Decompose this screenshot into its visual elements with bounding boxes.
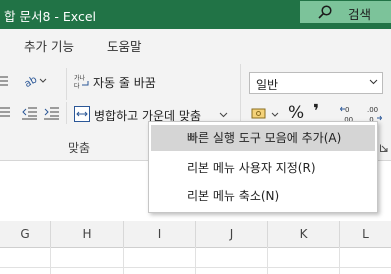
window-title: 합 문서8 - Excel (4, 9, 96, 24)
column-header-h[interactable]: H (51, 221, 124, 247)
chevron-down-icon[interactable] (219, 112, 228, 118)
ribbon-separator (66, 102, 67, 124)
alignment-group-label: 맞춤 (68, 141, 91, 155)
grid-line (267, 247, 268, 274)
collapse-ribbon-item[interactable]: 리본 메뉴 축소(N) (151, 183, 375, 209)
menu-item-label: 리본 메뉴 사용자 지정(R) (187, 161, 316, 175)
decrease-indent-icon[interactable] (22, 106, 38, 120)
accounting-format-icon[interactable] (251, 106, 269, 122)
menu-item-label: 빠른 실행 도구 모음에 추가(A) (187, 131, 342, 145)
title-bar: 합 문서8 - Excel 검색 (0, 0, 391, 29)
wrap-text-button[interactable]: 자동 줄 바꿈 (93, 74, 156, 91)
comma-style-button[interactable]: ❜ (313, 101, 319, 122)
orientation-icon[interactable]: ab (22, 73, 48, 89)
menu-bar: 추가 기능 도움말 (0, 29, 391, 60)
menu-item-label: 리본 메뉴 축소(N) (187, 189, 280, 203)
chevron-down-icon (369, 79, 378, 85)
align-justify-icon[interactable] (0, 106, 12, 120)
svg-text:0: 0 (345, 106, 349, 114)
search-box[interactable]: 검색 (300, 1, 391, 23)
grid-line (50, 247, 51, 274)
context-menu: 빠른 실행 도구 모음에 추가(A) 리본 메뉴 사용자 지정(R) 리본 메뉴… (148, 121, 378, 213)
customize-ribbon-item[interactable]: 리본 메뉴 사용자 지정(R) (151, 155, 375, 181)
percent-style-button[interactable]: % (288, 103, 304, 123)
svg-text:ab: ab (23, 74, 39, 89)
add-to-quick-access-item[interactable]: 빠른 실행 도구 모음에 추가(A) (151, 125, 375, 151)
grid-line (339, 247, 340, 274)
search-icon (318, 5, 332, 19)
increase-indent-icon[interactable] (44, 106, 60, 120)
number-format-value: 일반 (256, 78, 279, 92)
merge-center-icon (74, 106, 90, 122)
search-label: 검색 (348, 7, 372, 22)
column-header-l[interactable]: L (340, 221, 391, 247)
grid-line (123, 247, 124, 274)
align-right-icon[interactable] (0, 74, 12, 88)
column-headers: G H I J K L (0, 221, 391, 248)
svg-text:.00: .00 (367, 106, 378, 114)
tab-help[interactable]: 도움말 (107, 36, 142, 55)
grid-line (195, 247, 196, 274)
column-header-k[interactable]: K (268, 221, 340, 247)
chevron-down-icon[interactable] (271, 112, 279, 118)
dialog-launcher-icon[interactable] (380, 144, 388, 152)
ribbon-separator (66, 68, 67, 100)
column-header-j[interactable]: J (196, 221, 268, 247)
svg-text:가나: 가나 (74, 74, 86, 82)
column-header-g[interactable]: G (0, 221, 51, 247)
wrap-text-icon: 가나 다 (74, 74, 89, 90)
column-header-i[interactable]: I (124, 221, 196, 247)
number-format-select[interactable]: 일반 (249, 72, 383, 94)
tab-add-ins[interactable]: 추가 기능 (24, 36, 74, 55)
svg-text:다: 다 (74, 82, 80, 90)
